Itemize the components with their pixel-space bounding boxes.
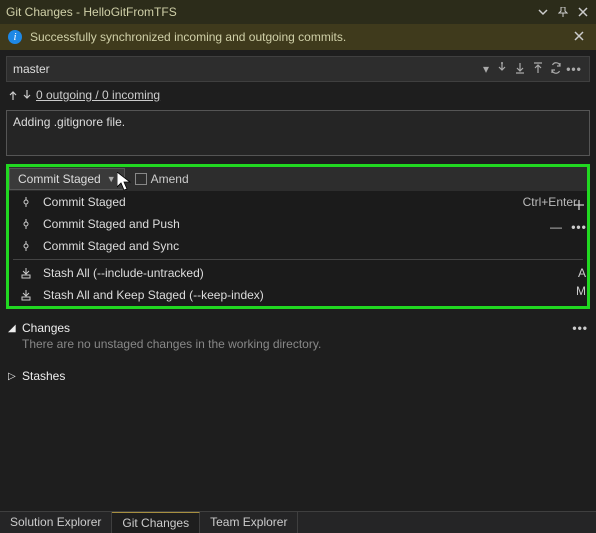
amend-checkbox[interactable]: Amend — [135, 172, 189, 186]
notification-bar: i Successfully synchronized incoming and… — [0, 24, 596, 50]
stashes-header[interactable]: ▷ Stashes — [8, 369, 588, 383]
menu-stash-keep-staged[interactable]: Stash All and Keep Staged (--keep-index) — [9, 284, 587, 306]
push-icon[interactable] — [529, 62, 547, 77]
more-icon[interactable]: ••• — [572, 321, 588, 335]
tab-git-changes[interactable]: Git Changes — [112, 512, 200, 533]
commit-icon — [19, 219, 33, 229]
commit-message-input[interactable]: Adding .gitignore file. — [6, 110, 590, 156]
info-icon: i — [8, 30, 22, 44]
notification-message: Successfully synchronized incoming and o… — [30, 30, 574, 44]
dash-icon: — — [550, 220, 562, 234]
outgoing-icon — [8, 89, 18, 101]
sync-icon[interactable] — [547, 62, 565, 77]
amend-label: Amend — [151, 172, 189, 186]
close-icon[interactable] — [576, 5, 590, 19]
chevron-down-icon: ◢ — [8, 323, 18, 334]
dropdown-icon[interactable] — [536, 5, 550, 19]
right-icon-column: — ••• A M — [550, 196, 590, 298]
menu-commit-staged[interactable]: Commit Staged Ctrl+Enter — [9, 191, 587, 213]
chevron-down-icon: ▼ — [107, 174, 116, 184]
tab-team-explorer[interactable]: Team Explorer — [200, 512, 298, 533]
menu-stash-all[interactable]: Stash All (--include-untracked) — [9, 262, 587, 284]
chevron-right-icon: ▷ — [8, 371, 18, 382]
title-bar: Git Changes - HelloGitFromTFS — [0, 0, 596, 24]
commit-dropdown-highlight: Commit Staged ▼ Amend Commit Staged Ctrl… — [6, 164, 590, 309]
changes-header[interactable]: ◢ Changes ••• — [8, 321, 588, 335]
notification-close-icon[interactable] — [574, 30, 588, 44]
more-icon[interactable]: ••• — [568, 218, 590, 236]
checkbox-icon — [135, 173, 147, 185]
add-icon[interactable] — [568, 196, 590, 214]
commit-dropdown-menu: Commit Staged Ctrl+Enter Commit Staged a… — [9, 191, 587, 306]
stashes-section: ▷ Stashes — [0, 363, 596, 389]
menu-separator — [13, 259, 583, 260]
changes-title: Changes — [22, 321, 70, 335]
window-title: Git Changes - HelloGitFromTFS — [6, 5, 536, 19]
incoming-icon — [22, 89, 32, 101]
sync-link[interactable]: 0 outgoing / 0 incoming — [36, 88, 160, 102]
modified-indicator: M — [576, 284, 590, 298]
menu-item-label: Commit Staged and Sync — [43, 239, 577, 253]
sync-status: 0 outgoing / 0 incoming — [0, 84, 596, 110]
branch-name: master — [13, 62, 479, 76]
added-indicator: A — [578, 266, 590, 280]
menu-item-label: Commit Staged and Push — [43, 217, 577, 231]
menu-item-label: Commit Staged — [43, 195, 513, 209]
menu-item-label: Stash All (--include-untracked) — [43, 266, 577, 280]
changes-section: ◢ Changes ••• There are no unstaged chan… — [0, 315, 596, 363]
commit-icon — [19, 197, 33, 207]
fetch-icon[interactable] — [493, 62, 511, 77]
commit-button-label: Commit Staged — [18, 172, 101, 186]
stashes-title: Stashes — [22, 369, 65, 383]
menu-commit-staged-sync[interactable]: Commit Staged and Sync — [9, 235, 587, 257]
branch-selector[interactable]: master ▾ ••• — [6, 56, 590, 82]
branch-dropdown-icon[interactable]: ▾ — [479, 62, 493, 76]
menu-item-label: Stash All and Keep Staged (--keep-index) — [43, 288, 577, 302]
menu-commit-staged-push[interactable]: Commit Staged and Push — [9, 213, 587, 235]
more-icon[interactable]: ••• — [565, 62, 583, 76]
changes-empty-message: There are no unstaged changes in the wor… — [8, 335, 588, 357]
stash-icon — [19, 289, 33, 301]
pull-icon[interactable] — [511, 62, 529, 77]
bottom-tab-bar: Solution Explorer Git Changes Team Explo… — [0, 511, 596, 533]
stash-icon — [19, 267, 33, 279]
tab-solution-explorer[interactable]: Solution Explorer — [0, 512, 112, 533]
window-buttons — [536, 5, 590, 19]
commit-icon — [19, 241, 33, 251]
commit-button-row: Commit Staged ▼ Amend — [9, 167, 587, 191]
pin-icon[interactable] — [556, 5, 570, 19]
commit-staged-button[interactable]: Commit Staged ▼ — [9, 168, 125, 190]
